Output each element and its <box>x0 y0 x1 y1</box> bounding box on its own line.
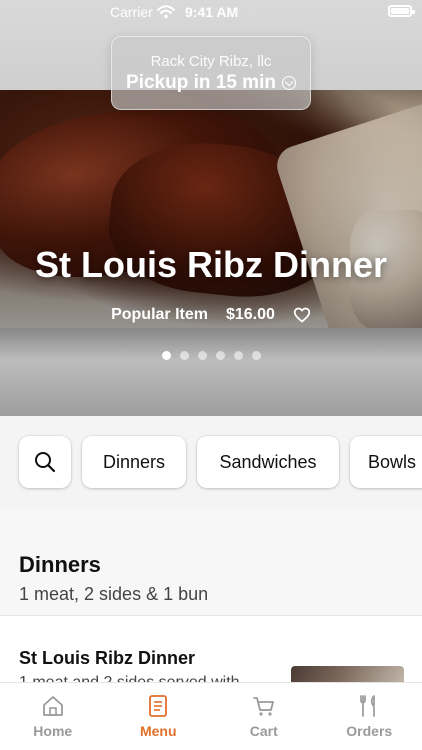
hero-item-title: St Louis Ribz Dinner <box>34 244 387 285</box>
menu-item[interactable]: St Louis Ribz Dinner 1 meat and 2 sides … <box>0 616 422 686</box>
status-time: 9:41 AM <box>185 4 239 20</box>
pickup-selector[interactable]: Rack City Ribz, llc Pickup in 15 min <box>111 36 311 110</box>
chevron-down-icon <box>281 75 296 90</box>
carousel-dot[interactable] <box>179 351 189 360</box>
category-chip-dinners[interactable]: Dinners <box>82 436 186 488</box>
carousel-dot[interactable] <box>251 351 261 360</box>
category-bar: Dinners Sandwiches Bowls <box>0 416 422 508</box>
tab-home[interactable]: Home <box>0 683 106 750</box>
category-chip-sandwiches[interactable]: Sandwiches <box>197 436 339 488</box>
section-title: Dinners <box>19 552 101 577</box>
restaurant-name: Rack City Ribz, llc <box>150 52 272 70</box>
carousel-dot[interactable] <box>215 351 225 360</box>
battery-icon <box>388 5 415 17</box>
heart-icon[interactable] <box>293 307 311 323</box>
carousel-dot[interactable] <box>197 351 207 360</box>
hero-food-photo <box>0 90 422 328</box>
carousel-dot[interactable] <box>233 351 243 360</box>
tab-orders[interactable]: Orders <box>317 683 422 750</box>
tab-label-cart: Cart <box>249 723 278 739</box>
carousel-dot[interactable] <box>161 351 171 360</box>
carousel-dots[interactable] <box>0 351 422 360</box>
home-icon <box>42 696 63 716</box>
tab-label-home: Home <box>33 723 73 739</box>
hero-price: $16.00 <box>225 306 275 323</box>
tab-label-orders: Orders <box>346 723 393 739</box>
status-bar: Carrier 9:41 AM <box>0 0 422 26</box>
menu-section-header: Dinners 1 meat, 2 sides & 1 bun <box>0 508 422 616</box>
carrier-label: Carrier <box>110 4 153 20</box>
category-chip-bowls[interactable]: Bowls <box>350 436 422 488</box>
search-icon <box>35 452 56 473</box>
menu-item-name: St Louis Ribz Dinner <box>19 648 196 668</box>
wifi-icon <box>157 5 175 19</box>
hero-banner[interactable]: Carrier 9:41 AM Rack City Ribz, llc Pick… <box>0 0 422 416</box>
pickup-time-label: Pickup in 15 min <box>126 71 276 93</box>
orders-icon <box>360 695 376 717</box>
popular-badge: Popular Item <box>111 306 208 323</box>
tab-menu[interactable]: Menu <box>106 683 212 750</box>
section-subtitle: 1 meat, 2 sides & 1 bun <box>19 584 209 604</box>
tab-bar: Home Menu Cart Orders <box>0 682 422 750</box>
tab-cart[interactable]: Cart <box>211 683 317 750</box>
search-button[interactable] <box>19 436 71 488</box>
tab-label-menu: Menu <box>139 723 177 739</box>
cart-icon <box>252 697 274 716</box>
menu-icon <box>149 695 168 717</box>
